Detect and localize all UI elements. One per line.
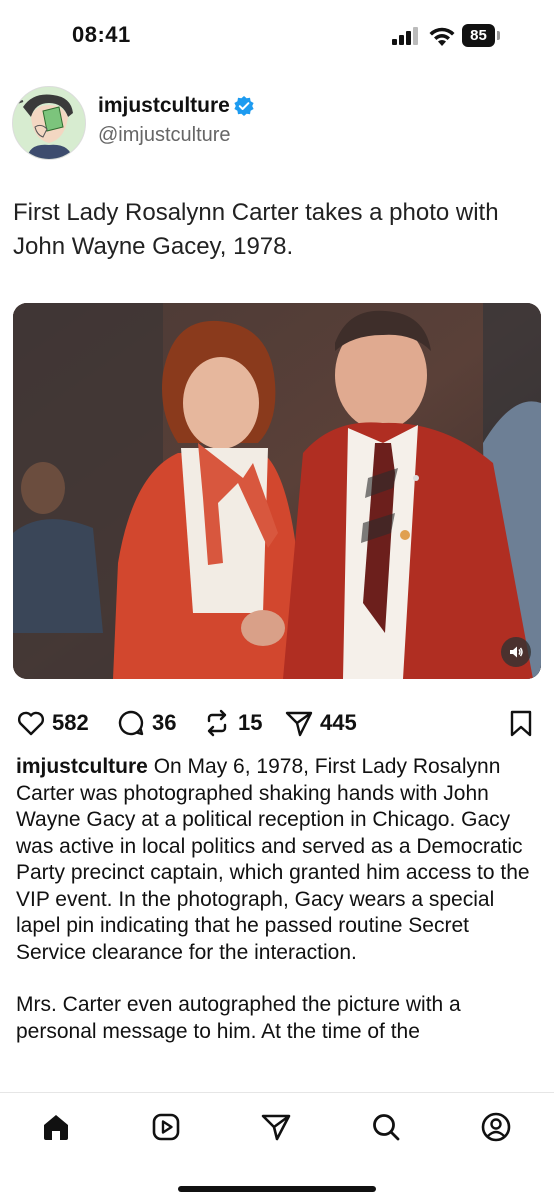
tab-profile[interactable] <box>476 1107 516 1147</box>
status-time: 08:41 <box>72 22 131 47</box>
home-icon <box>44 1115 68 1140</box>
caption-paragraph-1: imjustculture On May 6, 1978, First Lady… <box>16 754 538 966</box>
post-header: imjustculture @imjustculture <box>12 86 542 162</box>
share-icon <box>285 711 313 737</box>
bookmark-icon <box>510 710 532 737</box>
post-text: First Lady Rosalynn Carter takes a photo… <box>13 199 499 260</box>
battery-level: 85 <box>462 24 495 47</box>
repost-button[interactable]: 15 <box>202 705 262 741</box>
home-indicator <box>178 1186 376 1192</box>
post-caption: imjustculture On May 6, 1978, First Lady… <box>16 754 538 1071</box>
comment-count: 36 <box>152 710 177 735</box>
verified-badge-icon <box>234 96 254 116</box>
caption-username[interactable]: imjustculture <box>16 755 148 778</box>
username[interactable]: imjustculture <box>98 94 230 118</box>
signal-icon <box>392 27 418 45</box>
share-count: 445 <box>320 710 357 735</box>
bottom-tab-bar <box>0 1092 554 1201</box>
tab-reels[interactable] <box>146 1107 186 1147</box>
reels-icon <box>152 1113 180 1141</box>
tab-send[interactable] <box>256 1107 296 1147</box>
avatar[interactable] <box>12 86 86 160</box>
search-icon <box>373 1114 400 1141</box>
heart-icon <box>17 711 45 736</box>
post-actions: 582 36 15 445 <box>16 705 538 741</box>
post-photo[interactable] <box>13 303 541 679</box>
avatar-illustration <box>13 87 85 159</box>
like-button[interactable]: 582 <box>16 705 89 741</box>
photo-illustration <box>13 303 541 679</box>
comment-button[interactable]: 36 <box>116 705 176 741</box>
status-bar: 08:41 85 <box>0 0 554 70</box>
send-icon <box>261 1114 291 1141</box>
username-row[interactable]: imjustculture <box>98 94 254 118</box>
user-handle: @imjustculture <box>98 124 231 146</box>
caption-body-1: On May 6, 1978, First Lady Rosalynn Cart… <box>16 755 530 964</box>
sound-toggle[interactable] <box>501 637 531 667</box>
caption-paragraph-2: Mrs. Carter even autographed the picture… <box>16 993 461 1043</box>
tab-search[interactable] <box>366 1107 406 1147</box>
battery-icon: 85 <box>462 24 502 47</box>
caption-container: imjustculture On May 6, 1978, First Lady… <box>0 754 554 1090</box>
repost-count: 15 <box>238 710 263 735</box>
bookmark-button[interactable] <box>506 705 536 741</box>
like-count: 582 <box>52 710 89 735</box>
battery-cap <box>497 31 500 40</box>
tab-home[interactable] <box>36 1107 76 1147</box>
share-button[interactable]: 445 <box>284 705 357 741</box>
sound-icon <box>510 646 523 658</box>
comment-icon <box>118 710 144 736</box>
repost-icon <box>207 709 227 737</box>
wifi-icon <box>429 27 455 46</box>
profile-icon <box>481 1112 511 1142</box>
